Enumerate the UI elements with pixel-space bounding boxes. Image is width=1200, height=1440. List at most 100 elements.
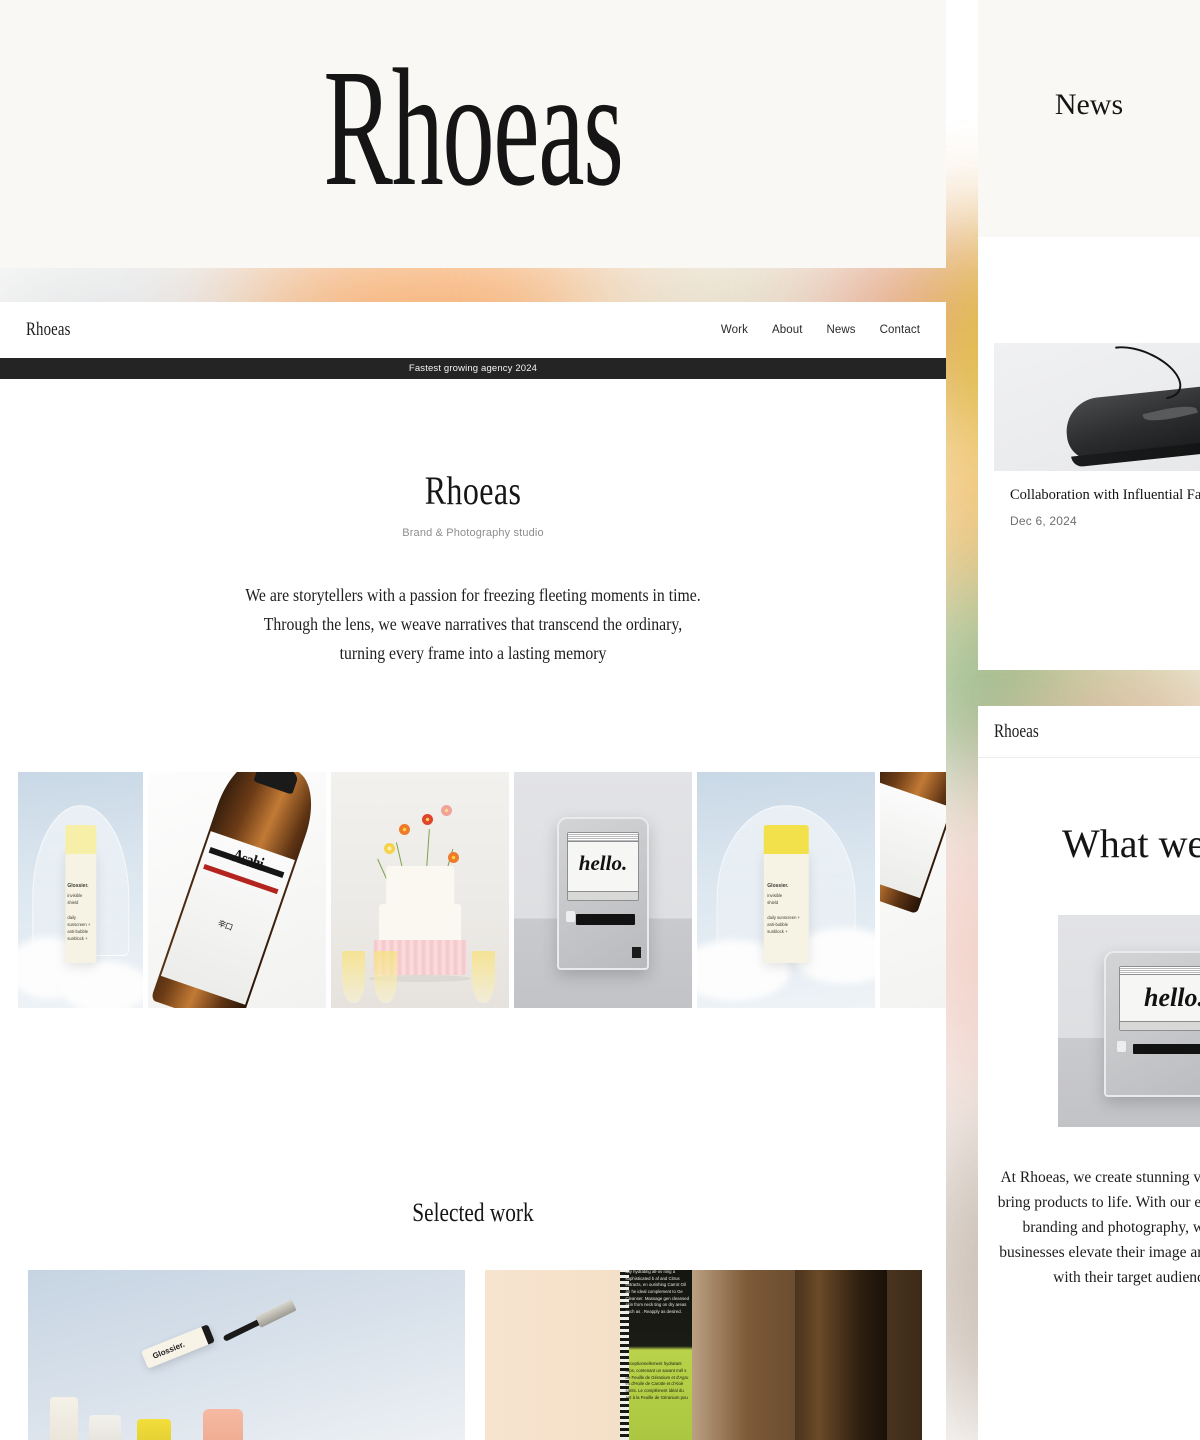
wand-handle	[255, 1299, 297, 1328]
news-article-image	[994, 343, 1200, 471]
gallery-item-glossier-dome[interactable]: Glossier. invisible shield daily sunscre…	[18, 772, 143, 1008]
product-yellow-cap	[137, 1419, 172, 1440]
hero-paragraph-line: turning every frame into a lasting memor…	[339, 643, 607, 664]
glossier-bottle: Glossier. invisible shield daily sunscre…	[64, 824, 97, 964]
bottle-line1: invisible	[767, 893, 783, 899]
selected-work-grid: Glossier. ally hydrating all-ov ning a s…	[28, 1270, 922, 1440]
product-tube	[49, 1397, 78, 1440]
gallery-item-asahi-partial[interactable]	[880, 772, 946, 1008]
what-we-do-paragraph-line: with their target audience	[1053, 1269, 1200, 1287]
product-peach-jar	[202, 1409, 243, 1440]
bottle-label: Glossier. invisible shield daily sunscre…	[767, 882, 804, 935]
cleanser-tube: ally hydrating all-ov ning a sophisticat…	[620, 1270, 693, 1440]
apple-logo-icon	[565, 911, 575, 923]
bottle-cap	[763, 824, 809, 855]
nav-logo[interactable]: Rhoeas	[994, 721, 1039, 743]
bottle-line1: invisible	[67, 893, 83, 899]
tube-opening	[200, 1323, 215, 1344]
news-panel: News Collaboration with Influential Fash…	[978, 0, 1200, 670]
glossier-brand-label: Glossier.	[150, 1339, 186, 1361]
nav-link-work[interactable]: Work	[721, 324, 748, 336]
news-article-card[interactable]: Collaboration with Influential Fashion B…	[978, 237, 1200, 528]
mac-window-titlebar	[567, 833, 639, 842]
work-card-glossier-mascara[interactable]: Glossier.	[28, 1270, 465, 1440]
news-heading: News	[1054, 88, 1124, 121]
mac-hello-text: hello.	[578, 850, 628, 875]
page-subtitle: Brand & Photography studio	[402, 527, 544, 539]
nav-logo[interactable]: Rhoeas	[26, 319, 71, 341]
cake-tier-top	[386, 866, 454, 907]
mac-toolbar	[1119, 1021, 1200, 1031]
what-we-do-heading: What we do	[1062, 821, 1200, 866]
nav-link-contact[interactable]: Contact	[880, 324, 920, 336]
what-we-do-navigation: Rhoeas	[978, 706, 1200, 758]
tube-copy-english: ally hydrating all-ov ning a sophisticat…	[625, 1270, 690, 1314]
bottle-brand: Glossier.	[67, 882, 89, 889]
news-panel-header: News	[978, 0, 1200, 237]
gallery-item-vintage-mac[interactable]: hello.	[514, 772, 692, 1008]
news-article-text: Collaboration with Influential Fashion B…	[994, 471, 1200, 528]
bottle-line2: shield	[767, 900, 779, 906]
tube-copy-french: exceptionnellement hydratant orps, conte…	[625, 1361, 689, 1400]
hero-wordmark-text: Rhoeas	[323, 35, 623, 221]
champagne-glass	[373, 951, 397, 1004]
what-we-do-paragraph-line: businesses elevate their image and conne…	[999, 1244, 1200, 1262]
gallery-item-floral-cake[interactable]	[331, 772, 509, 1008]
selected-work-heading: Selected work	[412, 1198, 534, 1227]
cake-tier-middle	[379, 904, 461, 942]
floppy-drive-slot	[576, 914, 635, 925]
main-site-panel: Rhoeas Work About News Contact Fastest g…	[0, 302, 946, 1440]
mascara-tube: Glossier.	[140, 1323, 215, 1369]
mac-toolbar	[567, 890, 639, 900]
glossier-bottle: Glossier. invisible shield daily sunscre…	[763, 824, 809, 964]
product-pump-bottle	[89, 1415, 122, 1440]
vintage-mac-computer: hello.	[556, 816, 650, 971]
cloud-shape	[60, 960, 143, 1008]
what-we-do-paragraph-line: bring products to life. With our experti…	[997, 1194, 1200, 1212]
what-we-do-paragraph-line: branding and photography, we help	[1022, 1219, 1200, 1237]
swoosh-icon	[1142, 402, 1198, 425]
bottle-crown-cap	[253, 772, 300, 795]
nav-links: Work About News Contact	[721, 324, 920, 336]
announcement-bar[interactable]: Fastest growing agency 2024	[0, 358, 946, 379]
hero-content: Rhoeas Brand & Photography studio We are…	[0, 379, 946, 669]
gallery-carousel[interactable]: Glossier. invisible shield daily sunscre…	[0, 772, 946, 1008]
bottle-line4: anti-bubble sunblock +	[67, 928, 89, 941]
work-card-carrot-oil-cleanser[interactable]: ally hydrating all-ov ning a sophisticat…	[485, 1270, 922, 1440]
bottle-cap	[64, 824, 97, 855]
mac-rear-port	[632, 946, 642, 958]
gallery-item-asahi[interactable]: Asahi 辛口	[148, 772, 326, 1008]
apple-logo-icon	[1117, 1041, 1127, 1053]
bottle-brand: Glossier.	[767, 882, 789, 889]
bottle-label: Glossier. invisible shield daily sunscre…	[67, 882, 93, 942]
what-we-do-paragraph: At Rhoeas, we create stunning visuals th…	[978, 1165, 1200, 1291]
bottle-line3: daily sunscreen +	[67, 914, 91, 927]
bottle-line3: daily sunscreen +	[767, 914, 801, 920]
news-headline[interactable]: Collaboration with Influential Fashion B…	[1010, 485, 1200, 506]
site-navigation: Rhoeas Work About News Contact	[0, 302, 946, 358]
what-we-do-panel: Rhoeas What we do hello. At Rhoeas, we c…	[978, 706, 1200, 1440]
mac-screen: hello.	[1118, 965, 1200, 1032]
champagne-glass	[471, 951, 495, 1004]
mac-screen: hello.	[566, 832, 640, 901]
hero-wordmark-panel: Rhoeas	[0, 0, 946, 268]
vintage-mac-computer: hello.	[1104, 951, 1200, 1098]
hero-paragraph-line: We are storytellers with a passion for f…	[245, 585, 701, 605]
champagne-glass	[341, 951, 365, 1004]
dark-glass-bottle	[795, 1270, 888, 1440]
what-we-do-paragraph-line: At Rhoeas, we create stunning visuals th…	[1000, 1169, 1200, 1186]
hero-paragraph: We are storytellers with a passion for f…	[47, 581, 898, 669]
nav-link-about[interactable]: About	[772, 324, 803, 336]
hero-paragraph-line: Through the lens, we weave narratives th…	[263, 614, 683, 635]
nav-link-news[interactable]: News	[827, 324, 856, 336]
bottle-line2: shield	[67, 900, 79, 906]
page-title: Rhoeas	[424, 468, 522, 513]
flower-bloom	[398, 823, 410, 835]
gallery-item-glossier-clouds[interactable]: Glossier. invisible shield daily sunscre…	[697, 772, 875, 1008]
what-we-do-image: hello.	[1058, 915, 1200, 1127]
sneaker-shape	[1063, 381, 1200, 468]
bottle-line4: anti-bubble sunblock +	[767, 921, 789, 934]
mascara-wand	[222, 1299, 297, 1344]
mac-window-titlebar	[1119, 966, 1200, 976]
mac-hello-text: hello.	[1144, 983, 1200, 1013]
